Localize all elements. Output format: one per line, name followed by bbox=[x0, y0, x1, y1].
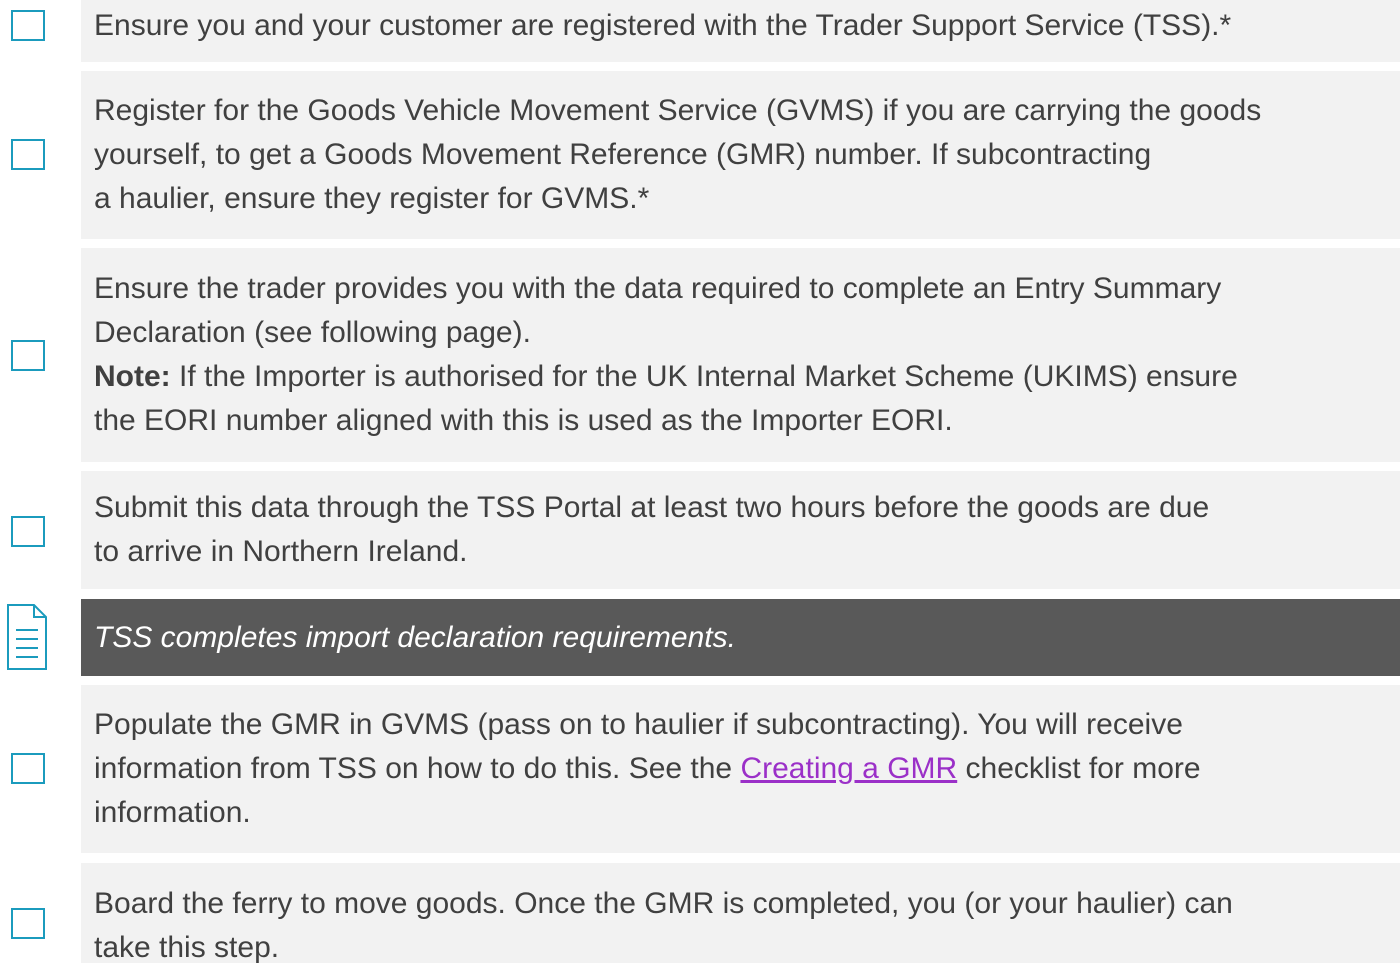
note-text: the EORI number aligned with this is use… bbox=[94, 404, 953, 437]
item-text: Board the ferry to move goods. Once the … bbox=[94, 887, 1233, 920]
checklist-item: Populate the GMR in GVMS (pass on to hau… bbox=[0, 685, 1400, 853]
checklist-item: Board the ferry to move goods. Once the … bbox=[0, 863, 1400, 964]
item-text: Register for the Goods Vehicle Movement … bbox=[94, 94, 1262, 127]
item-text: take this step. bbox=[94, 931, 280, 964]
note-text: If the Importer is authorised for the UK… bbox=[170, 360, 1238, 393]
checklist-item-panel: Populate the GMR in GVMS (pass on to hau… bbox=[81, 685, 1400, 853]
item-text: information. bbox=[94, 796, 251, 829]
creating-gmr-link[interactable]: Creating a GMR bbox=[740, 752, 957, 785]
checkbox[interactable] bbox=[11, 753, 45, 784]
note-line: Note: If the Importer is authorised for … bbox=[94, 355, 1394, 399]
item-text: a haulier, ensure they register for GVMS… bbox=[94, 182, 650, 215]
item-text: Ensure the trader provides you with the … bbox=[94, 272, 1222, 305]
checklist-item-panel: Submit this data through the TSS Portal … bbox=[81, 471, 1400, 589]
item-text: yourself, to get a Goods Movement Refere… bbox=[94, 138, 1152, 171]
item-text-with-link: information from TSS on how to do this. … bbox=[94, 747, 1394, 791]
checklist-item-panel: Ensure the trader provides you with the … bbox=[81, 248, 1400, 462]
item-text: to arrive in Northern Ireland. bbox=[94, 535, 468, 568]
checkbox[interactable] bbox=[11, 10, 45, 41]
checklist-item: Register for the Goods Vehicle Movement … bbox=[0, 71, 1400, 239]
checklist-item-panel: Register for the Goods Vehicle Movement … bbox=[81, 71, 1400, 239]
info-row: TSS completes import declaration require… bbox=[0, 599, 1400, 676]
checklist-item-panel: Ensure you and your customer are registe… bbox=[81, 0, 1400, 62]
checklist-item: Ensure you and your customer are registe… bbox=[0, 0, 1400, 62]
checkbox[interactable] bbox=[11, 340, 45, 371]
note-label: Note: bbox=[94, 360, 171, 393]
item-text: information from TSS on how to do this. … bbox=[94, 752, 741, 785]
item-text: Ensure you and your customer are registe… bbox=[94, 9, 1232, 42]
item-text: checklist for more bbox=[957, 752, 1201, 785]
checkbox[interactable] bbox=[11, 139, 45, 170]
checkbox[interactable] bbox=[11, 908, 45, 939]
item-text: Populate the GMR in GVMS (pass on to hau… bbox=[94, 708, 1183, 741]
item-text: Submit this data through the TSS Portal … bbox=[94, 491, 1210, 524]
document-icon bbox=[6, 603, 50, 678]
checklist-item: Ensure the trader provides you with the … bbox=[0, 248, 1400, 462]
item-text: Declaration (see following page). bbox=[94, 316, 531, 349]
checklist-item: Submit this data through the TSS Portal … bbox=[0, 471, 1400, 589]
checkbox[interactable] bbox=[11, 516, 45, 547]
checklist-item-panel: Board the ferry to move goods. Once the … bbox=[81, 863, 1400, 964]
info-panel: TSS completes import declaration require… bbox=[81, 599, 1400, 676]
info-text: TSS completes import declaration require… bbox=[94, 620, 736, 654]
